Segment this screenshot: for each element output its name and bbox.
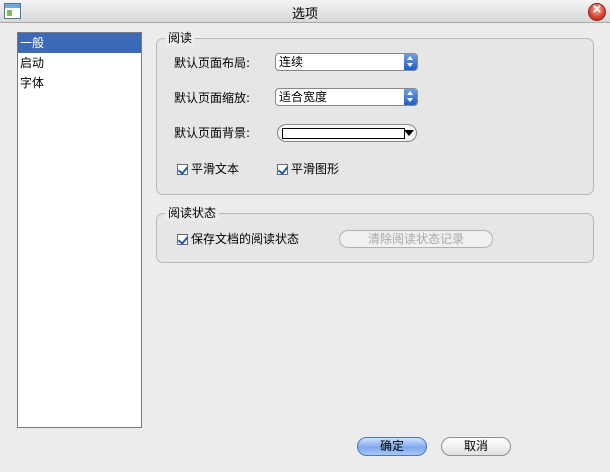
smooth-text-label: 平滑文本 [191, 162, 240, 176]
reading-state-group-title: 阅读状态 [165, 206, 220, 221]
save-state-checkbox[interactable] [177, 234, 188, 245]
zoom-value: 适合宽度 [279, 90, 328, 104]
clear-state-button[interactable]: 清除阅读状态记录 [339, 230, 493, 248]
layout-value: 连续 [279, 55, 304, 69]
cancel-button[interactable]: 取消 [441, 437, 511, 456]
category-list: 一般 启动 字体 [17, 32, 142, 428]
background-color-picker[interactable] [277, 124, 417, 142]
layout-select[interactable]: 连续 [275, 53, 418, 71]
sidebar-item-startup[interactable]: 启动 [18, 53, 141, 73]
smooth-text-checkbox[interactable] [177, 164, 188, 175]
zoom-select[interactable]: 适合宽度 [275, 88, 418, 106]
ok-button[interactable]: 确定 [357, 437, 427, 456]
layout-stepper-icon [404, 54, 417, 70]
reading-group-title: 阅读 [165, 31, 196, 46]
sidebar-item-fonts[interactable]: 字体 [18, 73, 141, 93]
window-title: 选项 [291, 7, 318, 22]
zoom-label: 默认页面缩放: [174, 91, 251, 105]
save-state-label: 保存文档的阅读状态 [191, 232, 300, 246]
layout-label: 默认页面布局: [174, 56, 251, 70]
background-label: 默认页面背景: [174, 126, 251, 140]
dropdown-arrow-icon [404, 130, 414, 136]
options-window: 选项 一般 启动 字体 阅读 默认页面布局: 连续 默认页面缩放: 适合宽度 默… [0, 0, 610, 472]
sidebar-item-general[interactable]: 一般 [18, 33, 141, 53]
smooth-graphics-label: 平滑图形 [291, 162, 340, 176]
close-icon[interactable] [588, 2, 606, 21]
smooth-graphics-checkbox[interactable] [277, 164, 288, 175]
background-color-swatch [282, 128, 405, 139]
title-bar: 选项 [0, 0, 610, 23]
zoom-stepper-icon [404, 89, 417, 105]
